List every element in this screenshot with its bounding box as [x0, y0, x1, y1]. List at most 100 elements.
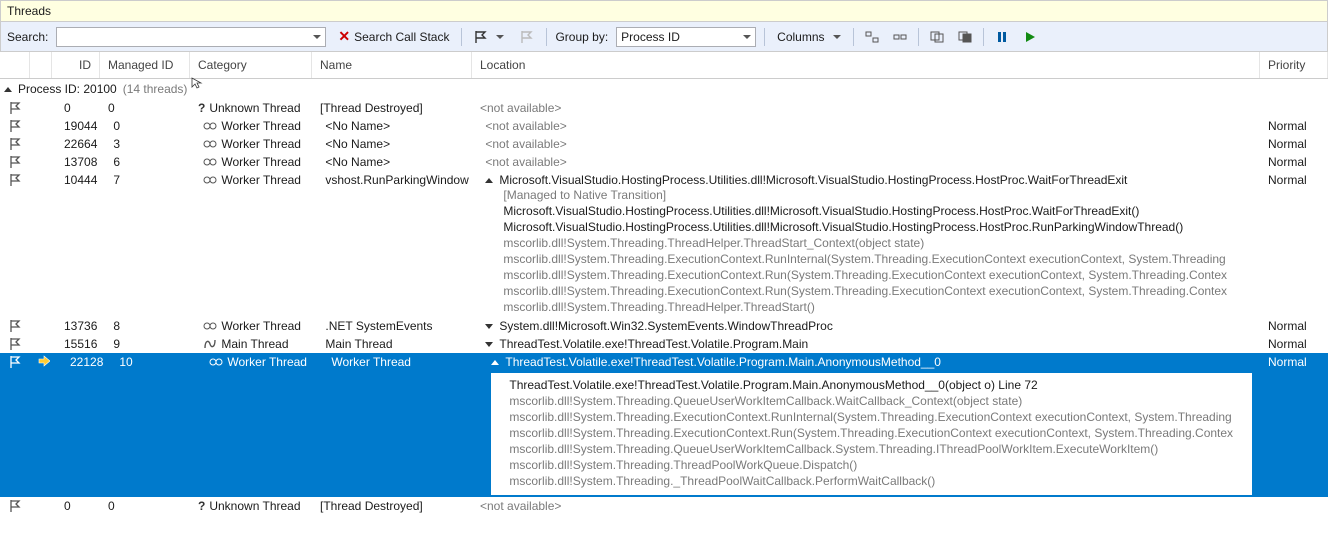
cell-name: .NET SystemEvents — [317, 317, 477, 335]
group-by-select[interactable]: Process ID — [616, 27, 756, 47]
thread-row[interactable]: 137086Worker Thread<No Name><not availab… — [0, 153, 1328, 171]
collapse-icon — [893, 31, 907, 43]
gear-icon — [203, 138, 217, 150]
panel-title-text: Threads — [7, 4, 51, 18]
run-button[interactable] — [1020, 28, 1040, 46]
flag-icon[interactable] — [8, 155, 22, 169]
stack-frame[interactable]: mscorlib.dll!System.Threading.ExecutionC… — [503, 267, 1252, 283]
column-priority[interactable]: Priority — [1260, 52, 1328, 78]
stack-frame[interactable]: [Managed to Native Transition] — [503, 187, 1252, 203]
flag-icon[interactable] — [8, 119, 22, 133]
stack-frame[interactable]: mscorlib.dll!System.Threading.ThreadHelp… — [503, 299, 1252, 315]
cell-location: <not available> — [477, 153, 1260, 171]
stack-frame[interactable]: mscorlib.dll!System.Threading.ExecutionC… — [503, 283, 1252, 299]
chevron-down-icon — [743, 35, 751, 39]
cell-name: <No Name> — [317, 135, 477, 153]
cell-priority: Normal — [1260, 135, 1328, 153]
column-name[interactable]: Name — [312, 52, 472, 78]
stack-frame[interactable]: mscorlib.dll!System.Threading.ExecutionC… — [509, 409, 1248, 425]
cell-managed-id: 8 — [105, 317, 195, 335]
cell-location: <not available> — [477, 135, 1260, 153]
pause-button[interactable] — [992, 28, 1012, 46]
flag-icon[interactable] — [8, 319, 22, 333]
x-icon: ✕ — [338, 28, 350, 45]
chevron-down-icon[interactable] — [485, 324, 493, 329]
thread-row[interactable]: 226643Worker Thread<No Name><not availab… — [0, 135, 1328, 153]
gear-icon — [203, 174, 217, 186]
cell-category: Worker Thread — [195, 153, 317, 171]
column-location[interactable]: Location — [472, 52, 1260, 78]
collapse-all-button[interactable] — [890, 28, 910, 46]
grid-body: 00?Unknown Thread[Thread Destroyed]<not … — [0, 99, 1328, 515]
stack-frame[interactable]: ThreadTest.Volatile.exe!ThreadTest.Volat… — [509, 377, 1248, 393]
group-header[interactable]: Process ID: 20100 (14 threads) — [0, 79, 1328, 99]
thread-row[interactable]: 155169Main ThreadMain ThreadThreadTest.V… — [0, 335, 1328, 353]
stack-frame[interactable]: mscorlib.dll!System.Threading.ThreadHelp… — [503, 235, 1252, 251]
flag-icon[interactable] — [8, 355, 22, 369]
stack-frame[interactable]: mscorlib.dll!System.Threading.QueueUserW… — [509, 393, 1248, 409]
cell-id: 10444 — [52, 171, 105, 189]
columns-button[interactable]: Columns — [773, 28, 844, 46]
thread-row[interactable]: 00?Unknown Thread[Thread Destroyed]<not … — [0, 99, 1328, 117]
cell-priority: Normal — [1260, 117, 1328, 135]
group-by-value: Process ID — [621, 30, 680, 44]
cell-name: [Thread Destroyed] — [312, 497, 472, 515]
cell-category: Main Thread — [195, 335, 317, 353]
chevron-up-icon[interactable] — [491, 360, 499, 365]
column-break[interactable] — [30, 52, 52, 78]
grid-header: ID Managed ID Category Name Location Pri… — [0, 52, 1328, 79]
group-by-label: Group by: — [555, 30, 608, 44]
cell-priority: Normal — [1260, 353, 1328, 371]
search-input[interactable] — [56, 27, 326, 47]
flag-icon[interactable] — [8, 499, 22, 513]
thread-row[interactable]: 137368Worker Thread.NET SystemEventsSyst… — [0, 317, 1328, 335]
chevron-down-icon[interactable] — [485, 342, 493, 347]
column-flag[interactable] — [0, 52, 30, 78]
group-count: (14 threads) — [123, 82, 188, 96]
stack-frame[interactable]: mscorlib.dll!System.Threading._ThreadPoo… — [509, 473, 1248, 489]
flag-icon[interactable] — [8, 137, 22, 151]
separator — [461, 28, 462, 46]
cell-location: ThreadTest.Volatile.exe!ThreadTest.Volat… — [477, 335, 1260, 353]
freeze-threads-button[interactable] — [927, 28, 947, 46]
gear-icon — [209, 356, 223, 368]
column-managed-id[interactable]: Managed ID — [100, 52, 190, 78]
chevron-up-icon[interactable] — [485, 178, 493, 183]
cell-managed-id: 3 — [105, 135, 195, 153]
thaw-icon — [958, 31, 972, 43]
thread-row[interactable]: 104447Worker Threadvshost.RunParkingWind… — [0, 171, 1328, 317]
thaw-threads-button[interactable] — [955, 28, 975, 46]
flag-icon[interactable] — [8, 101, 22, 115]
flag-filter-button[interactable] — [470, 28, 508, 46]
stack-frame[interactable]: Microsoft.VisualStudio.HostingProcess.Ut… — [503, 219, 1252, 235]
search-call-stack-button[interactable]: ✕ Search Call Stack — [334, 26, 453, 47]
panel-title: Threads — [0, 0, 1328, 22]
flag-icon[interactable] — [8, 173, 22, 187]
thread-row[interactable]: 2212810Worker ThreadWorker ThreadThreadT… — [0, 353, 1328, 497]
gear-icon — [203, 156, 217, 168]
gear-icon — [203, 120, 217, 132]
cell-category: Worker Thread — [195, 317, 317, 335]
stack-frame[interactable]: mscorlib.dll!System.Threading.ThreadPool… — [509, 457, 1248, 473]
play-icon — [1024, 31, 1036, 43]
current-thread-arrow-icon — [38, 355, 50, 367]
column-category[interactable]: Category — [190, 52, 312, 78]
thread-row[interactable]: 190440Worker Thread<No Name><not availab… — [0, 117, 1328, 135]
toolbar: Search: ✕ Search Call Stack Group by: Pr… — [0, 22, 1328, 52]
flag-icon[interactable] — [8, 337, 22, 351]
column-id[interactable]: ID — [52, 52, 100, 78]
cell-id: 22128 — [58, 353, 111, 371]
stack-frame[interactable]: mscorlib.dll!System.Threading.QueueUserW… — [509, 441, 1248, 457]
thread-row[interactable]: 00?Unknown Thread[Thread Destroyed]<not … — [0, 497, 1328, 515]
pause-icon — [996, 31, 1008, 43]
stack-frame[interactable]: mscorlib.dll!System.Threading.ExecutionC… — [503, 251, 1252, 267]
expand-all-button[interactable] — [862, 28, 882, 46]
stack-frame[interactable]: mscorlib.dll!System.Threading.ExecutionC… — [509, 425, 1248, 441]
stack-frame[interactable]: Microsoft.VisualStudio.HostingProcess.Ut… — [503, 203, 1252, 219]
cell-managed-id: 9 — [105, 335, 195, 353]
cell-priority: Normal — [1260, 317, 1328, 335]
cell-id: 0 — [52, 99, 100, 117]
separator — [546, 28, 547, 46]
cell-name: vshost.RunParkingWindow — [317, 171, 477, 189]
cell-name: <No Name> — [317, 153, 477, 171]
